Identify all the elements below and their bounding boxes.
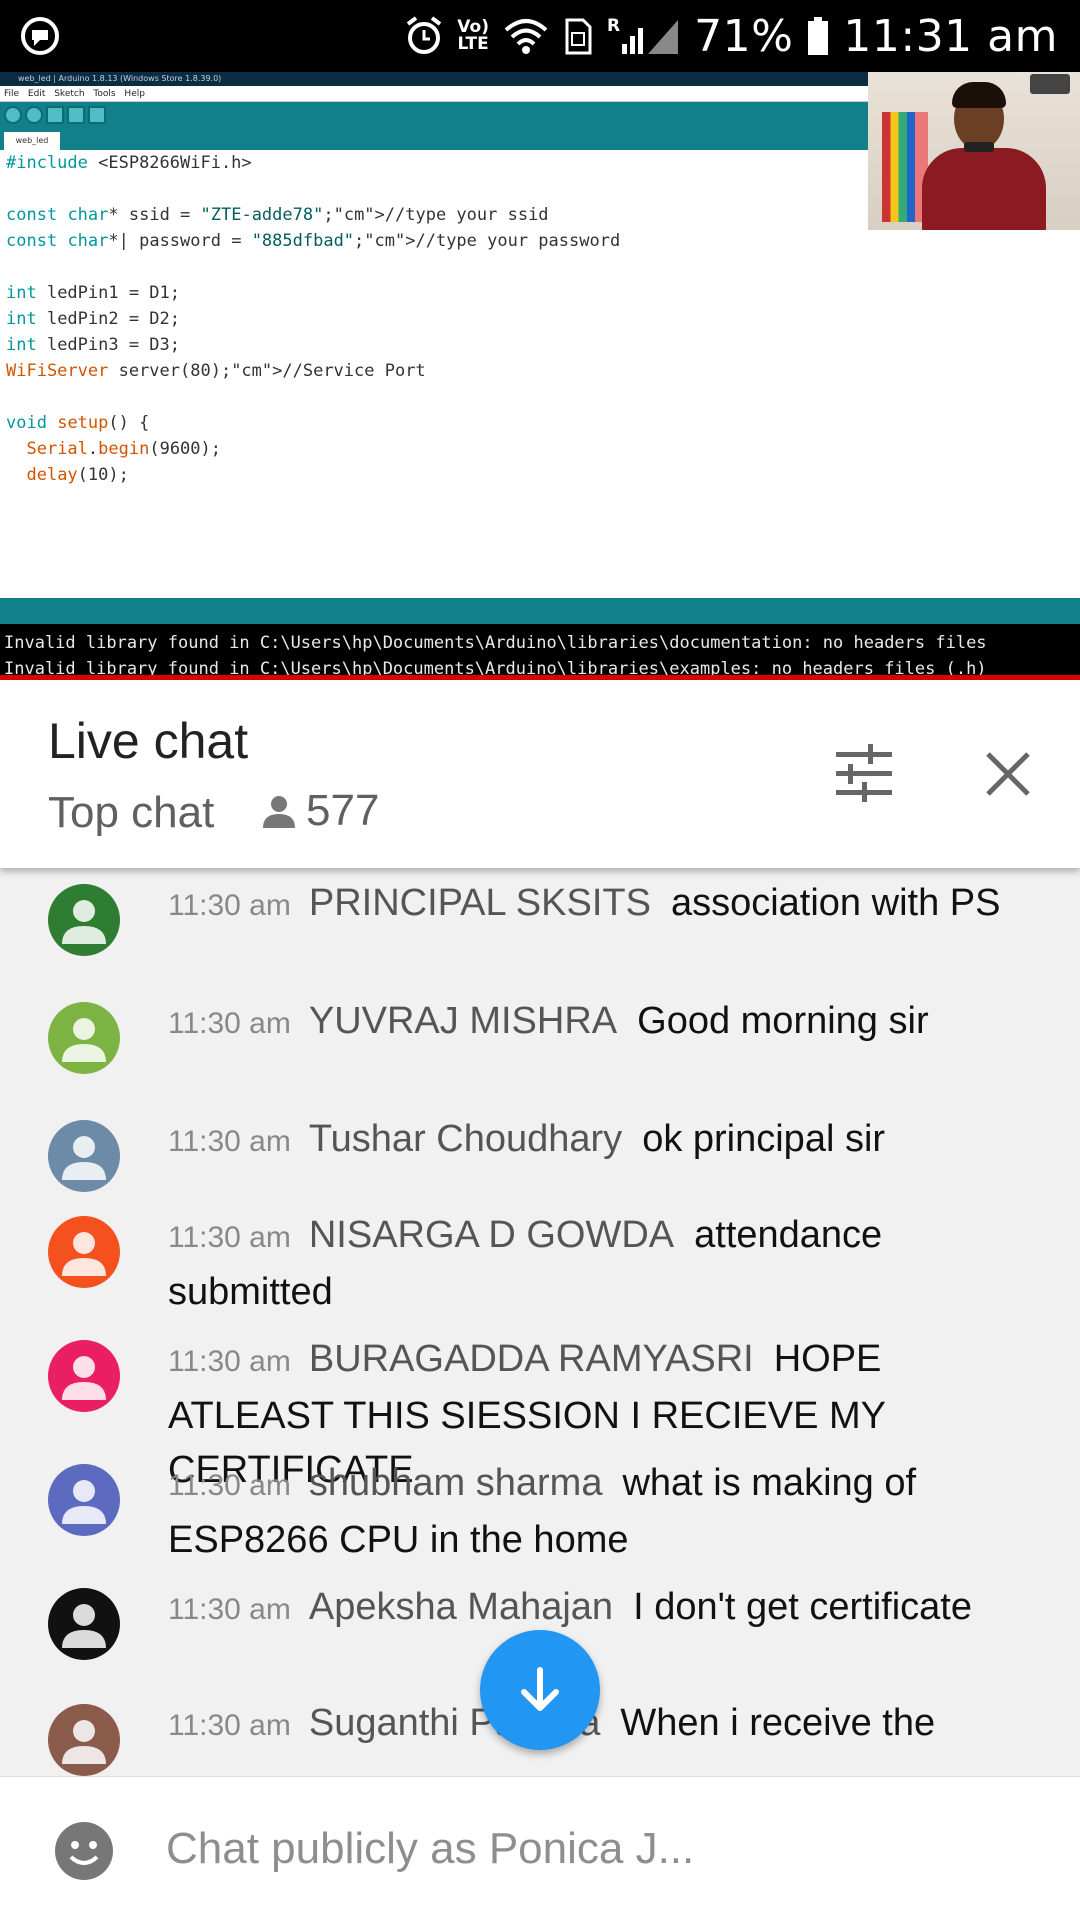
message-time: 11:30 am [168,1345,291,1378]
message-author[interactable]: NISARGA D GOWDA [309,1214,674,1256]
avatar[interactable] [48,1588,120,1660]
signal-icon: R [607,16,680,56]
message-time: 11:30 am [168,1709,291,1742]
code-line: int ledPin2 = D2; [6,309,181,329]
code-line: void setup() { [6,413,150,433]
chat-message[interactable]: 11:30 am Tushar Choudhary ok principal sir [0,1104,1080,1202]
code-line: const char*| password = "885dfbad";"cm">… [6,231,621,251]
chat-mode-selector[interactable]: Top chat [48,788,214,838]
message-text: ok principal sir [642,1118,886,1160]
message-time: 11:30 am [168,1469,291,1502]
volte-icon: Vo) LTE [457,17,489,54]
emoji-button[interactable] [54,1821,114,1881]
clock: 11:31 am [843,10,1058,62]
battery-percent: 71% [694,10,794,62]
wifi-icon [503,16,549,56]
message-author[interactable]: PRINCIPAL SKSITS [309,882,651,924]
ide-status-bar [0,598,1080,624]
avatar[interactable] [48,884,120,956]
verify-icon [4,106,22,124]
ide-console: Invalid library found in C:\Users\hp\Doc… [0,624,1080,680]
message-time: 11:30 am [168,1125,291,1158]
code-line: delay(10); [26,465,129,485]
chat-message[interactable]: 11:30 am YUVRAJ MISHRA Good morning sir [0,986,1080,1084]
ide-tab: web_led [4,132,60,150]
code-line: int ledPin1 = D1; [6,283,181,303]
chat-input-bar [0,1776,1080,1920]
person-icon [263,796,295,828]
chat-message[interactable]: 11:30 am BURAGADDA RAMYASRI HOPE ATLEAST T… [0,1324,1080,1491]
message-author[interactable]: YUVRAJ MISHRA [309,1000,617,1042]
message-author[interactable]: BURAGADDA RAMYASRI [309,1338,754,1380]
arrow-down-icon [521,1667,559,1711]
scroll-to-latest-button[interactable] [480,1630,600,1750]
viewer-count-value: 577 [306,786,380,835]
avatar[interactable] [48,1216,120,1288]
console-line: Invalid library found in C:\Users\hp\Doc… [4,633,987,653]
chat-input[interactable] [166,1813,1026,1885]
chat-message[interactable]: 11:30 am NISARGA D GOWDA attendance submit… [0,1200,1080,1324]
message-text: When i receive the [620,1702,936,1744]
chat-message[interactable]: 11:30 am shubham sharma what is making of … [0,1448,1080,1572]
message-text: I don't get certificate [633,1586,972,1628]
chat-title: Live chat [48,713,249,769]
message-time: 11:30 am [168,889,291,922]
message-author[interactable]: Apeksha Mahajan [309,1586,613,1628]
webcam-overlay [868,72,1080,230]
code-line: WiFiServer server(80);"cm">//Service Por… [6,361,426,381]
chat-filter-button[interactable] [832,742,896,806]
message-author[interactable]: Tushar Choudhary [309,1118,622,1160]
open-icon [67,106,85,124]
message-text: association with PS [670,882,1001,924]
upload-icon [25,106,43,124]
avatar[interactable] [48,1464,120,1536]
viewer-count: 577 [262,786,379,836]
emoji-icon [55,1822,113,1880]
avatar[interactable] [48,1002,120,1074]
battery-icon [807,16,829,56]
avatar[interactable] [48,1704,120,1776]
close-chat-button[interactable] [980,746,1036,802]
close-icon [986,752,1030,796]
message-author[interactable]: shubham sharma [309,1462,603,1504]
chat-header: Live chat Top chat 577 [0,680,1080,868]
chat-message[interactable]: 11:30 am PRINCIPAL SKSITS association with… [0,868,1080,966]
avatar[interactable] [48,1340,120,1412]
message-time: 11:30 am [168,1221,291,1254]
status-bar: Vo) LTE R 71% 11:31 am [0,0,1080,72]
message-text: Good morning sir [637,1000,929,1042]
cast-icon [20,16,60,56]
save-icon [88,106,106,124]
alarm-icon [405,16,443,56]
code-line: int ledPin3 = D3; [6,335,181,355]
code-line: Serial.begin(9600); [26,439,221,459]
tune-icon [836,744,892,802]
new-icon [46,106,64,124]
sim-icon [563,16,593,56]
message-time: 11:30 am [168,1593,291,1626]
message-time: 11:30 am [168,1007,291,1040]
video-player[interactable]: web_led | Arduino 1.8.13 (Windows Store … [0,72,1080,680]
avatar[interactable] [48,1120,120,1192]
